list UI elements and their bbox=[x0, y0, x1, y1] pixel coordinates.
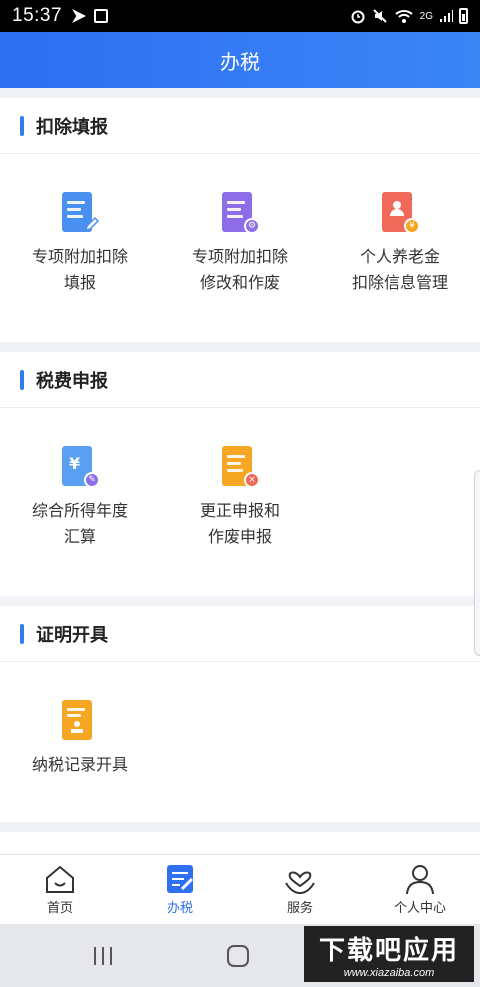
deduction-fill-icon bbox=[56, 190, 104, 238]
section-marker bbox=[20, 623, 24, 644]
watermark-logo: 下载吧应用 www.xiazaiba.com bbox=[304, 926, 474, 982]
item-label-line2: 扣除信息管理 bbox=[351, 273, 448, 292]
edge-panel-handle[interactable] bbox=[474, 470, 480, 656]
battery-icon bbox=[459, 8, 468, 24]
image-notification-icon bbox=[94, 9, 109, 23]
section-deduction: 扣除填报 专项附加扣除 填报 ⚙ 专项附加扣除 修改和作废 ¥ 个人养老金 扣除… bbox=[0, 98, 480, 342]
section-next-partial bbox=[0, 832, 480, 854]
item-label-line2: 修改和作废 bbox=[199, 273, 280, 292]
section-header: 扣除填报 bbox=[0, 98, 480, 154]
network-type: 2G bbox=[419, 10, 433, 22]
tax-record-icon bbox=[56, 698, 104, 746]
gear-icon: ⚙ bbox=[244, 218, 260, 234]
tab-label: 服务 bbox=[286, 901, 313, 916]
item-label-line1: 更正申报和 bbox=[199, 501, 280, 520]
section-marker bbox=[20, 369, 24, 390]
item-label-line1: 个人养老金 bbox=[359, 247, 440, 266]
section-header: 税费申报 bbox=[0, 352, 480, 408]
pension-entry[interactable]: ¥ 个人养老金 扣除信息管理 bbox=[320, 190, 480, 296]
wifi-icon bbox=[394, 10, 413, 23]
item-label-line1: 专项附加扣除 bbox=[191, 247, 288, 266]
content-area: 扣除填报 专项附加扣除 填报 ⚙ 专项附加扣除 修改和作废 ¥ 个人养老金 扣除… bbox=[0, 88, 480, 854]
cancel-icon: × bbox=[244, 472, 260, 488]
status-time: 15:37 bbox=[12, 5, 63, 26]
status-bar: 15:37 2G bbox=[0, 0, 480, 32]
mute-icon bbox=[372, 9, 387, 23]
tab-label: 个人中心 bbox=[393, 901, 446, 916]
bottom-nav: 首页 办税 服务 个人中心 bbox=[0, 854, 480, 924]
home-icon bbox=[46, 865, 74, 893]
service-icon bbox=[285, 871, 315, 895]
section-title: 证明开具 bbox=[36, 624, 108, 646]
tab-tax[interactable]: 办税 bbox=[120, 855, 240, 924]
watermark-text: 下载吧应用 bbox=[318, 935, 459, 966]
edit-icon: ✎ bbox=[84, 472, 100, 488]
deduction-edit-entry[interactable]: ⚙ 专项附加扣除 修改和作废 bbox=[160, 190, 320, 296]
item-label-line1: 专项附加扣除 bbox=[31, 247, 128, 266]
page-title: 办税 bbox=[220, 49, 260, 74]
alarm-icon bbox=[351, 10, 365, 24]
notification-icon bbox=[72, 9, 87, 23]
item-label-line2: 填报 bbox=[63, 273, 96, 292]
tax-icon bbox=[167, 865, 194, 893]
item-label-line1: 纳税记录开具 bbox=[31, 755, 128, 774]
section-title: 扣除填报 bbox=[36, 116, 108, 138]
tab-label: 办税 bbox=[166, 901, 193, 916]
correction-icon: × bbox=[216, 444, 264, 492]
item-label-line2: 汇算 bbox=[63, 527, 96, 546]
section-tax-filing: 税费申报 ¥ ✎ 综合所得年度 汇算 × 更正申报和 作废申报 bbox=[0, 352, 480, 596]
tab-profile[interactable]: 个人中心 bbox=[360, 855, 480, 924]
item-label-line1: 综合所得年度 bbox=[31, 501, 128, 520]
yuan-icon: ¥ bbox=[404, 218, 420, 234]
annual-settlement-entry[interactable]: ¥ ✎ 综合所得年度 汇算 bbox=[0, 444, 160, 550]
section-certificate: 证明开具 纳税记录开具 bbox=[0, 606, 480, 822]
recent-apps-button[interactable] bbox=[92, 946, 114, 966]
deduction-edit-icon: ⚙ bbox=[216, 190, 264, 238]
annual-settlement-icon: ¥ ✎ bbox=[56, 444, 104, 492]
correction-entry[interactable]: × 更正申报和 作废申报 bbox=[160, 444, 320, 550]
section-marker bbox=[20, 115, 24, 136]
pension-icon: ¥ bbox=[376, 190, 424, 238]
tab-label: 首页 bbox=[46, 901, 73, 916]
section-title: 税费申报 bbox=[36, 370, 108, 392]
item-label-line2: 作废申报 bbox=[207, 527, 272, 546]
tab-service[interactable]: 服务 bbox=[240, 855, 360, 924]
tax-record-entry[interactable]: 纳税记录开具 bbox=[0, 698, 160, 778]
watermark-url: www.xiazaiba.com bbox=[343, 966, 435, 979]
app-bar: 办税 bbox=[0, 32, 480, 88]
tab-home[interactable]: 首页 bbox=[0, 855, 120, 924]
profile-icon bbox=[406, 865, 434, 895]
home-button[interactable] bbox=[226, 944, 250, 968]
deduction-fill-entry[interactable]: 专项附加扣除 填报 bbox=[0, 190, 160, 296]
signal-icon bbox=[440, 10, 453, 22]
section-header: 证明开具 bbox=[0, 606, 480, 662]
